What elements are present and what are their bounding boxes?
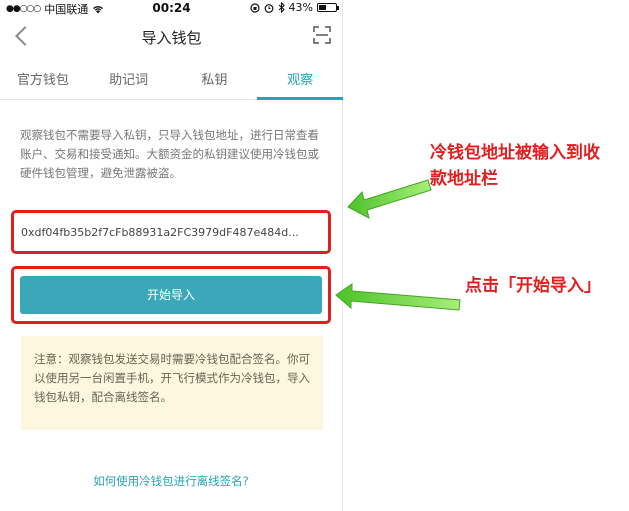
- tab-official-wallet[interactable]: 官方钱包: [0, 58, 86, 99]
- tab-bar: 官方钱包 助记词 私钥 观察: [0, 58, 343, 100]
- address-input[interactable]: [21, 221, 321, 243]
- status-right: 43%: [249, 1, 339, 14]
- battery-percent: 43%: [288, 1, 313, 14]
- address-highlight-box: [11, 210, 331, 254]
- watch-wallet-description: 观察钱包不需要导入私钥，只导入钱包地址，进行日常查看账户、交易和接受通知。大额资…: [20, 128, 319, 180]
- alarm-icon: [264, 3, 273, 13]
- tab-watch[interactable]: 观察: [257, 58, 343, 100]
- bluetooth-icon: [278, 2, 285, 13]
- notice-box: 注意：观察钱包发送交易时需要冷钱包配合签名。你可以使用另一台闲置手机，开飞行模式…: [21, 336, 323, 430]
- nav-bar: 导入钱包: [0, 17, 343, 57]
- offline-sign-help-link[interactable]: 如何使用冷钱包进行离线签名?: [0, 473, 342, 489]
- start-button-highlight-box: 开始导入: [11, 266, 331, 324]
- annotation-address: 冷钱包地址被输入到收款地址栏: [430, 143, 600, 189]
- phone-screen: ●●○○○ 中国联通 00:24 43% 导入钱包 官方钱包 助记词 私钥 观察…: [0, 0, 343, 511]
- orientation-lock-icon: [249, 2, 260, 13]
- battery-icon: [317, 3, 339, 12]
- arrow-to-button: [335, 283, 461, 311]
- tab-private-key[interactable]: 私钥: [172, 58, 258, 99]
- battery-fill: [319, 5, 326, 10]
- status-bar: ●●○○○ 中国联通 00:24 43%: [0, 0, 343, 16]
- arrow-to-address: [347, 179, 432, 219]
- annotation-button: 点击「开始导入」: [465, 276, 601, 296]
- scan-icon[interactable]: [313, 26, 331, 44]
- start-import-button[interactable]: 开始导入: [20, 276, 322, 314]
- tab-mnemonic[interactable]: 助记词: [86, 58, 172, 99]
- page-title: 导入钱包: [141, 29, 202, 47]
